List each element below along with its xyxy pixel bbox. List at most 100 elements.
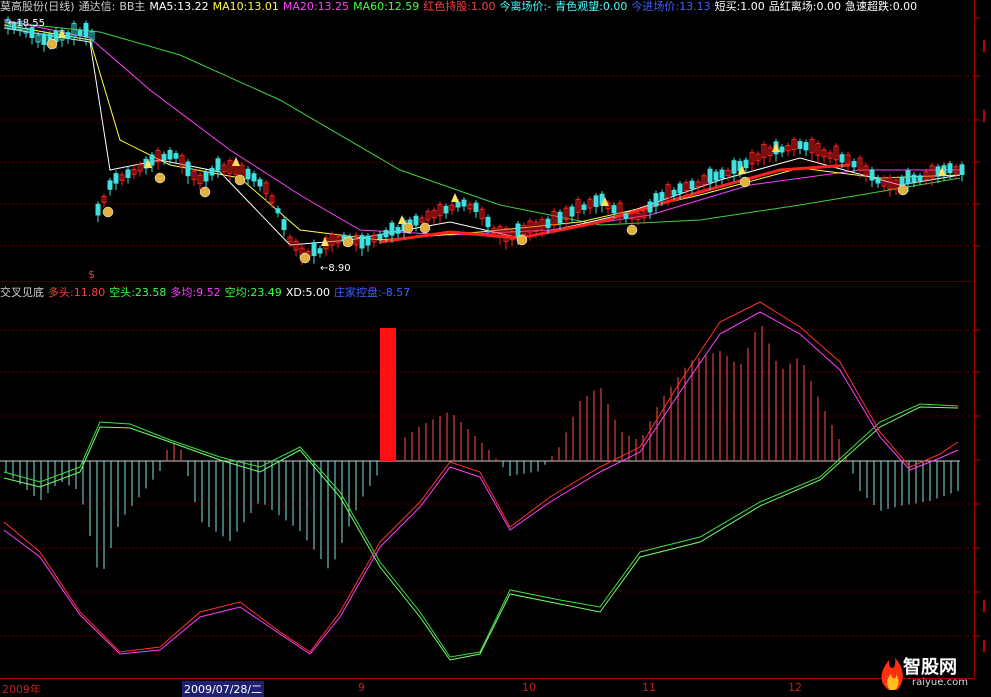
candle-body	[317, 248, 323, 254]
candle-body	[713, 171, 719, 181]
candle-body	[647, 201, 653, 213]
candle-body	[311, 242, 317, 257]
money-bag-icon	[102, 206, 114, 218]
candle-body	[719, 169, 725, 179]
month-label: 12	[788, 681, 802, 694]
watermark-title: 智股网	[903, 657, 957, 678]
money-bag-icon	[897, 184, 909, 196]
candle-body	[557, 211, 563, 224]
date-axis: 2009年 2009/07/28/二 9 10 11 12	[0, 678, 974, 697]
ma20-line	[3, 19, 960, 236]
candle-body	[209, 167, 215, 176]
candle-body	[167, 149, 173, 160]
candle-body	[851, 161, 857, 168]
candle-body	[461, 199, 467, 207]
watermark-url: raiyue.com	[912, 677, 968, 688]
stock-title[interactable]: 莫高股份(日线)	[0, 0, 75, 13]
candle-body	[365, 235, 371, 246]
money-bag-icon	[402, 222, 414, 234]
xd-value: XD:5.00	[285, 286, 331, 299]
candle-body	[443, 205, 449, 214]
indicator-header: 交叉见底 多头:11.80 空头:23.58 多均:9.52 空均:23.49 XD:5.…	[0, 286, 974, 300]
money-bag-icon	[234, 174, 246, 186]
candle-body	[593, 195, 599, 208]
bear-line	[3, 403, 959, 658]
bull-avg-line	[3, 311, 959, 655]
money-bag-icon	[199, 186, 211, 198]
month-label: 11	[642, 681, 656, 694]
candle-body	[173, 153, 179, 159]
money-bag-icon	[46, 38, 58, 50]
candle-body	[413, 215, 419, 226]
candle-body	[389, 222, 395, 236]
indicator-name[interactable]: BB主	[119, 0, 145, 13]
candle-body	[95, 203, 101, 216]
bear-avg-value: 空均:23.49	[224, 286, 282, 299]
sharp-drop-value: 急速超跌:0.00	[844, 0, 918, 13]
candle-body	[149, 154, 155, 166]
candle-body	[185, 161, 191, 177]
candle-body	[383, 229, 389, 238]
ma10-value: MA10:13.01	[212, 0, 279, 13]
right-price-axis	[974, 0, 991, 678]
candle-body	[689, 180, 695, 190]
candle-body	[359, 235, 365, 249]
bear-avg-line	[3, 406, 959, 661]
figure-icon	[398, 215, 406, 224]
money-bag-icon	[154, 172, 166, 184]
money-bag-icon	[626, 224, 638, 236]
candle-body	[653, 193, 659, 207]
candle-body	[731, 160, 737, 174]
candle-body	[797, 141, 803, 149]
candle-body	[677, 183, 683, 194]
dollar-icon: $	[88, 268, 95, 281]
bear-value: 空头:23.58	[109, 286, 167, 299]
candle-body	[899, 177, 905, 187]
red-trend-line	[379, 163, 851, 244]
bull-line	[3, 301, 959, 653]
candle-body	[623, 213, 629, 219]
cursor-date: 2009/07/28/二	[182, 681, 265, 697]
month-label: 9	[358, 681, 365, 694]
month-label: 10	[522, 681, 536, 694]
candle-body	[161, 153, 167, 161]
candle-body	[707, 168, 713, 183]
candle-body	[275, 208, 281, 214]
candle-body	[125, 169, 131, 178]
candle-body	[743, 159, 749, 169]
candle-body	[779, 146, 785, 153]
candle-body	[875, 177, 881, 184]
candle-body	[107, 180, 113, 190]
candle-body	[455, 201, 461, 208]
money-bag-icon	[299, 252, 311, 264]
candle-body	[251, 173, 257, 182]
indicator-chart[interactable]	[0, 282, 974, 678]
candle-body	[41, 33, 47, 45]
short-buy-value: 短买:1.00	[714, 0, 765, 13]
money-bag-icon	[342, 236, 354, 248]
price-header: 莫高股份(日线) 通达信: BB主 MA5:13.22 MA10:13.01 MA20:1…	[0, 0, 974, 14]
axis-ticks	[975, 17, 985, 652]
bull-avg-value: 多均:9.52	[170, 286, 221, 299]
formula-label: 通达信:	[78, 0, 116, 13]
figure-icon	[58, 29, 66, 38]
candle-body	[569, 206, 575, 217]
price-chart[interactable]	[0, 0, 974, 282]
candle-body	[257, 179, 263, 187]
candle-body	[203, 171, 209, 182]
ma5-value: MA5:13.22	[149, 0, 209, 13]
candle-body	[113, 173, 119, 184]
candle-body	[245, 168, 251, 180]
ma60-value: MA60:12.59	[353, 0, 420, 13]
bull-value: 多头:11.80	[48, 286, 106, 299]
candle-body	[911, 174, 917, 183]
candle-body	[29, 27, 35, 38]
min-price-label: ←8.90	[320, 263, 351, 274]
candle-body	[869, 169, 875, 181]
figure-icon	[772, 143, 780, 152]
red-hold-value: 红色持股:1.00	[423, 0, 496, 13]
signal-bar	[380, 328, 396, 461]
indicator-title[interactable]: 交叉见底	[0, 286, 44, 299]
candle-body	[917, 175, 923, 181]
candle-body	[485, 216, 491, 228]
